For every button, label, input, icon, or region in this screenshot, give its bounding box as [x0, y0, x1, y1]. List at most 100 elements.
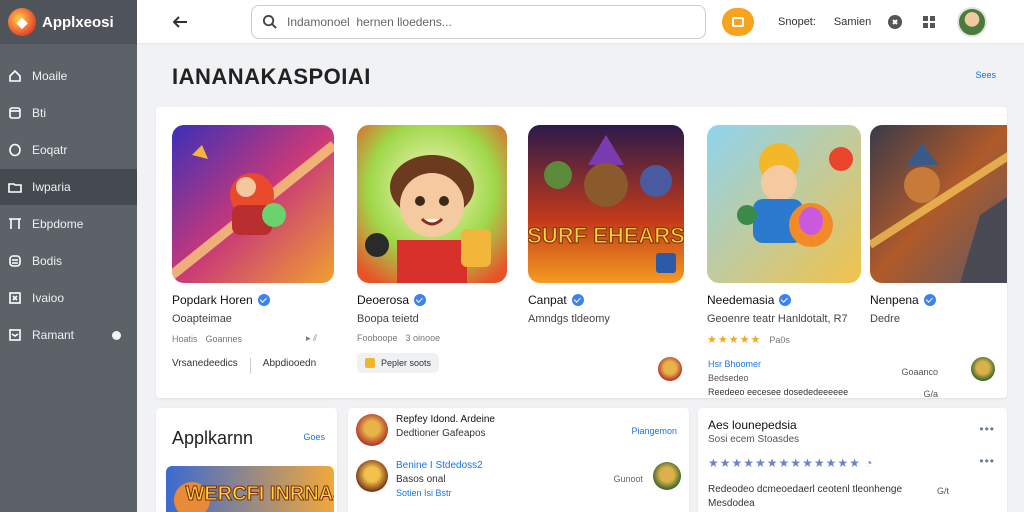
sidebar-item-folder[interactable]: Iwparia — [0, 169, 137, 205]
see-all-link[interactable]: Sees — [975, 70, 996, 80]
app-name: Applxeosi — [42, 13, 114, 31]
sidebar-nav: Moaile Bti Eoqatr Iwparia Ebpdome Bodis … — [0, 58, 137, 353]
sidebar-item-label: Bti — [32, 106, 47, 120]
page-title: IANANAKASPOIAI — [172, 64, 371, 89]
meta-text: 3 oinooe — [405, 333, 441, 343]
game-card[interactable]: Nenpena Dedre — [870, 125, 1007, 325]
game-logo-icon: ◆ — [8, 8, 36, 36]
sidebar-item-label: Eoqatr — [32, 143, 68, 157]
review-line: Reedeeo eecesee dosededeeeeee — [708, 387, 849, 397]
game-title[interactable]: Canpat — [528, 293, 684, 307]
game-meta: Fooboope 3 oinooe — [357, 333, 507, 343]
item-subtitle: Basos onal — [396, 474, 446, 485]
verified-icon — [779, 294, 792, 306]
game-thumbnail[interactable] — [707, 125, 861, 283]
review-line: Redeodeo dcmeoedaerl ceotenl tleonhenge — [708, 484, 903, 495]
game-card[interactable]: Deoerosa Boopa teietd Fooboope 3 oinooe P… — [357, 125, 507, 373]
divider — [249, 358, 251, 374]
game-card[interactable]: SURF EHEARS Canpat Amndgs tldeomy — [528, 125, 684, 325]
item-meta: Sotien Isi Bstr — [396, 488, 452, 498]
panel-title: Aes lounepedsia — [708, 418, 797, 432]
sidebar-item-label: Ramant — [32, 328, 75, 342]
grid-icon — [8, 291, 22, 305]
game-thumbnail[interactable] — [172, 125, 334, 283]
sidebar-item-circle[interactable]: Eoqatr — [0, 132, 137, 168]
game-thumbnail[interactable] — [870, 125, 1007, 283]
activity-panel: Repfey Idond. Ardeine Dedtioner Gafeapos… — [348, 408, 689, 512]
game-banner-text: SURF EHEARS — [528, 223, 684, 248]
game-card[interactable]: Needemasia Geoenre teatr Hanldotalt, R7 … — [707, 125, 861, 346]
rating-text: Pa0s — [769, 334, 790, 345]
brand[interactable]: ◆ Applxeosi — [0, 0, 137, 44]
arrow-left-icon — [172, 15, 187, 28]
sidebar-item-message[interactable]: Ramant — [0, 317, 137, 353]
review-line: Mesdodea — [708, 498, 755, 509]
sidebar-item-home[interactable]: Moaile — [0, 58, 137, 94]
card-action-1[interactable]: Vrsanedeedics — [172, 358, 238, 374]
wallet-button[interactable] — [722, 7, 754, 36]
stack-icon — [8, 254, 22, 268]
puzzle-icon[interactable] — [919, 12, 939, 32]
review-side-text: Goaanco — [901, 367, 938, 377]
star-rating-icon: ★★★★★ — [707, 334, 762, 346]
game-title[interactable]: Deoerosa — [357, 293, 507, 307]
featured-panel: Popdark Horen Ooapteimae Hoatis Goannes ▸ … — [156, 107, 1007, 398]
sidebar-item-bookmark[interactable]: Ebpdome — [0, 206, 137, 242]
meta-text: Fooboope — [357, 333, 398, 343]
item-action-link[interactable]: Piangemon — [631, 426, 677, 436]
game-avatar — [356, 460, 388, 492]
sidebar-item-grid[interactable]: Ivaioo — [0, 280, 137, 316]
sidebar: ◆ Applxeosi Moaile Bti Eoqatr Iwparia Eb… — [0, 0, 137, 512]
search-bar[interactable] — [251, 4, 706, 39]
sidebar-item-stack[interactable]: Bodis — [0, 243, 137, 279]
topbar: Snopet: Samien — [137, 0, 1024, 44]
card-actions: Vrsanedeedics Abpdiooedn — [172, 358, 334, 374]
developer-avatar[interactable] — [658, 357, 682, 381]
user-avatar[interactable] — [653, 462, 681, 490]
game-meta: Hoatis Goannes ▸ ⫽ — [172, 333, 334, 344]
chip-label: Pepler soots — [381, 358, 432, 368]
game-title[interactable]: Popdark Horen — [172, 293, 334, 307]
game-avatar — [356, 414, 388, 446]
verified-icon — [923, 294, 936, 306]
verified-icon — [257, 294, 270, 306]
game-thumbnail[interactable]: SURF EHEARS — [528, 125, 684, 283]
game-thumbnail[interactable] — [357, 125, 507, 283]
help-icon[interactable] — [885, 12, 905, 32]
sidebar-item-document[interactable]: Bti — [0, 95, 137, 131]
game-card[interactable]: Popdark Horen Ooapteimae Hoatis Goannes ▸ … — [172, 125, 334, 374]
top-link-2[interactable]: Samien — [834, 16, 871, 28]
more-options-icon[interactable]: ••• — [979, 454, 995, 468]
user-avatar[interactable] — [957, 6, 988, 37]
collection-panel: Applkarnn Goes WERCFI INRNAS — [156, 408, 337, 512]
review-line: Bedsedeo — [708, 373, 749, 383]
message-icon — [8, 328, 22, 342]
back-button[interactable] — [165, 7, 195, 37]
reviewer-link[interactable]: Hsr Bhoomer — [708, 359, 998, 369]
search-input[interactable] — [287, 14, 667, 29]
meta-text: Hoatis — [172, 333, 198, 344]
search-icon — [262, 14, 277, 29]
sidebar-item-label: Bodis — [32, 254, 63, 268]
game-title[interactable]: Nenpena — [870, 293, 1007, 307]
verified-icon — [414, 294, 427, 306]
developer-avatar[interactable] — [971, 357, 995, 381]
review-side-text: G/t — [936, 486, 949, 496]
list-item[interactable]: Benine I Stdedoss2 Basos onal Sotien Isi… — [356, 460, 483, 498]
more-options-icon[interactable]: ••• — [979, 422, 995, 436]
card-action-2[interactable]: Abpdiooedn — [263, 358, 316, 374]
tag-icon — [365, 358, 375, 368]
review-side-text: G/a — [923, 389, 938, 398]
see-all-link[interactable]: Goes — [303, 432, 325, 442]
sidebar-item-label: Moaile — [32, 69, 68, 83]
tag-chip[interactable]: Pepler soots — [357, 353, 440, 373]
circle-icon — [8, 143, 22, 157]
item-title: Repfey Idond. Ardeine — [396, 414, 495, 425]
play-icon[interactable]: ▸ ⫽ — [306, 333, 317, 344]
game-thumbnail[interactable]: WERCFI INRNAS — [166, 466, 334, 512]
list-item[interactable]: Repfey Idond. Ardeine Dedtioner Gafeapos — [356, 414, 495, 446]
sidebar-item-label: Ebpdome — [32, 217, 84, 231]
game-title[interactable]: Needemasia — [707, 293, 861, 307]
verified-icon — [571, 294, 584, 306]
top-link-1[interactable]: Snopet: — [778, 16, 816, 28]
